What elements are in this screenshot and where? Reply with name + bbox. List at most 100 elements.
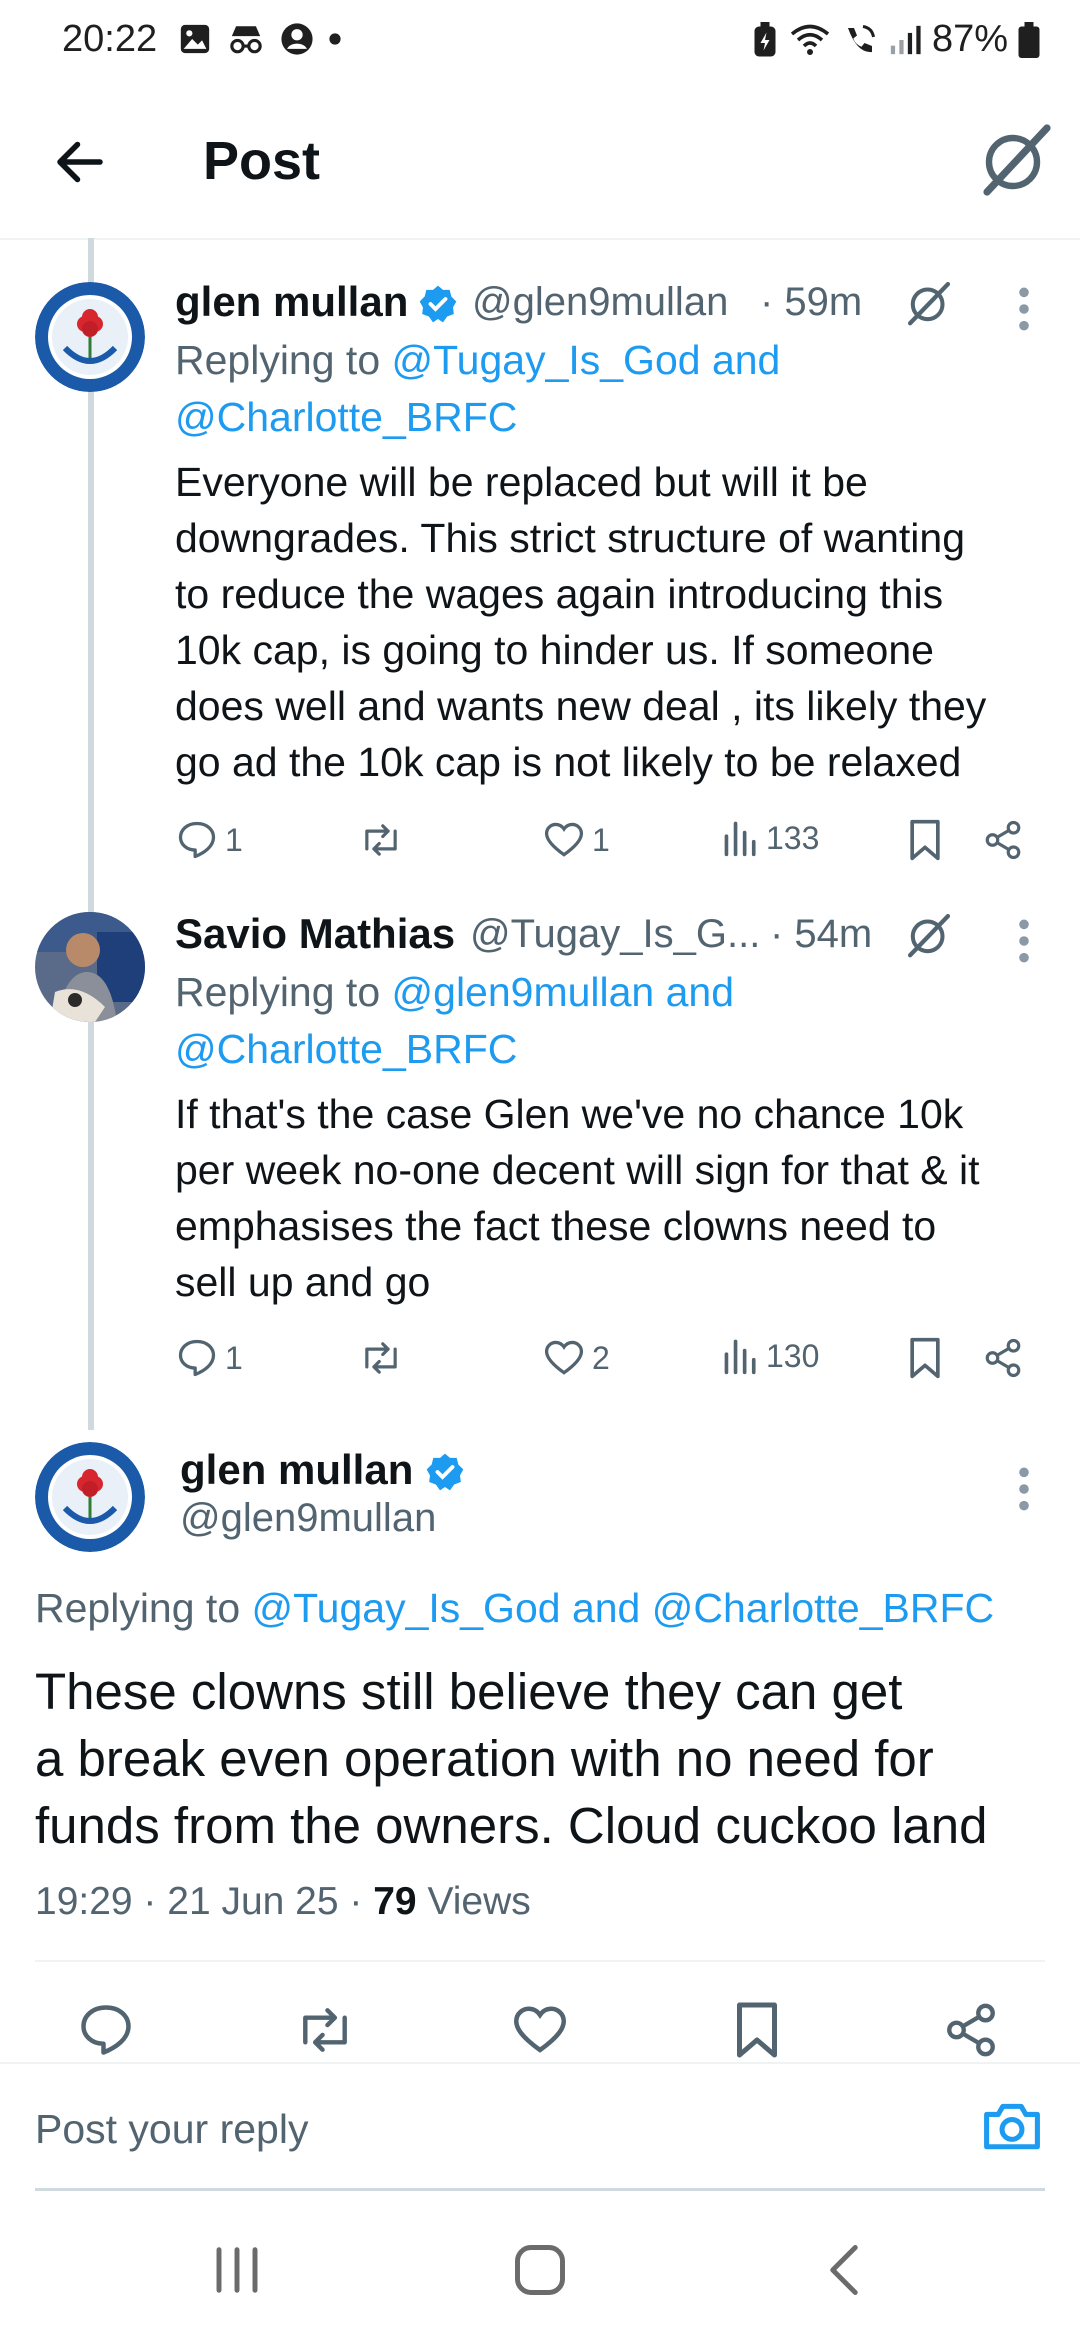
more-options-icon[interactable] bbox=[1017, 1464, 1031, 1514]
author-name[interactable]: glen mullan bbox=[175, 278, 408, 326]
avatar[interactable] bbox=[35, 912, 145, 1022]
views-action[interactable]: 133 bbox=[722, 818, 819, 858]
tweet-text-line: per week no-one decent will sign for tha… bbox=[175, 1147, 980, 1193]
incognito-icon bbox=[230, 26, 262, 54]
back-nav-icon[interactable] bbox=[824, 2243, 864, 2297]
avatar[interactable] bbox=[35, 1442, 145, 1552]
reply-count: 1 bbox=[225, 821, 243, 858]
home-icon[interactable] bbox=[513, 2243, 567, 2297]
repost-action[interactable] bbox=[358, 1336, 404, 1380]
heart-icon[interactable] bbox=[510, 2000, 570, 2060]
more-options-icon[interactable] bbox=[1017, 916, 1031, 966]
wifi-calling-icon bbox=[847, 24, 875, 52]
like-count: 2 bbox=[592, 1339, 610, 1376]
tweet-text-line: to reduce the wages again introducing th… bbox=[175, 571, 944, 617]
status-icons-right: 87% bbox=[752, 18, 1040, 61]
tweet-text-line: emphasises the fact these clowns need to bbox=[175, 1203, 937, 1249]
share-icon[interactable] bbox=[982, 818, 1024, 862]
reply-prefix: Replying to bbox=[35, 1585, 252, 1631]
views-label: Views bbox=[416, 1880, 531, 1923]
page-title: Post bbox=[203, 131, 321, 191]
status-icons-left bbox=[178, 22, 342, 56]
repost-icon bbox=[365, 1342, 397, 1374]
avatar[interactable] bbox=[35, 282, 145, 392]
dot-icon bbox=[329, 33, 341, 45]
tweet-text-line: If that's the case Glen we've no chance … bbox=[175, 1091, 964, 1137]
reply-icon[interactable] bbox=[76, 2000, 136, 2060]
tweet-text-line: 10k cap, is going to hinder us. If someo… bbox=[175, 627, 934, 673]
reply-input-underline bbox=[35, 2188, 1045, 2191]
status-bar: 20:22 87% bbox=[0, 0, 1080, 90]
tweet-text-line: funds from the owners. Cloud cuckoo land bbox=[35, 1797, 988, 1854]
back-arrow-icon[interactable] bbox=[50, 132, 110, 192]
tweet-timestamp: 19:29 · 21 Jun 25 · bbox=[35, 1880, 374, 1923]
author-handle[interactable]: @glen9mullan bbox=[472, 280, 728, 325]
tweet-text-line: These clowns still believe they can get bbox=[35, 1663, 903, 1720]
bookmark-icon[interactable] bbox=[906, 818, 944, 862]
focused-tweet: glen mullan @glen9mullan Replying to @Tu… bbox=[0, 1420, 1080, 2060]
grok-icon[interactable] bbox=[902, 908, 956, 962]
reply-action[interactable]: 1 bbox=[175, 1336, 243, 1380]
repost-icon bbox=[365, 824, 397, 856]
account-icon bbox=[281, 23, 313, 55]
reply-mentions-line1[interactable]: @Tugay_Is_God and bbox=[392, 337, 781, 383]
repost-action[interactable] bbox=[358, 818, 404, 862]
views-action[interactable]: 130 bbox=[722, 1336, 819, 1376]
author-handle[interactable]: @glen9mullan bbox=[180, 1496, 436, 1541]
repost-icon[interactable] bbox=[293, 2000, 357, 2060]
reply-context: Replying to @Tugay_Is_God and @Charlotte… bbox=[175, 332, 1035, 446]
top-app-bar: Post bbox=[0, 90, 1080, 240]
profile-photo bbox=[35, 912, 145, 1022]
verified-badge-icon bbox=[426, 1453, 464, 1491]
tweet-time: · 59m bbox=[760, 280, 863, 324]
tweet-meta: 19:29 · 21 Jun 25 · 79 Views bbox=[35, 1880, 531, 1924]
reply-prefix: Replying to bbox=[175, 337, 392, 383]
reply-mentions-line2[interactable]: @Charlotte_BRFC bbox=[175, 389, 1035, 446]
heart-icon bbox=[544, 822, 584, 857]
divider bbox=[35, 1960, 1045, 1962]
reply-icon bbox=[178, 821, 216, 859]
views-count[interactable]: 79 bbox=[373, 1880, 416, 1923]
tweet-text-line: downgrades. This strict structure of wan… bbox=[175, 515, 965, 561]
camera-icon[interactable] bbox=[982, 2098, 1042, 2154]
reply-mentions-line1[interactable]: @glen9mullan and bbox=[392, 969, 735, 1015]
tweet-1[interactable]: glen mullan @glen9mullan · 59m Replying … bbox=[0, 240, 1080, 880]
tweet-text-line: a break even operation with no need for bbox=[35, 1730, 934, 1787]
reply-icon bbox=[178, 1339, 216, 1377]
heart-icon bbox=[544, 1340, 584, 1375]
author-name[interactable]: Savio Mathias bbox=[175, 910, 455, 958]
tweet-2[interactable]: Savio Mathias @Tugay_Is_G... · 54m Reply… bbox=[0, 880, 1080, 1400]
reply-context: Replying to @Tugay_Is_God and @Charlotte… bbox=[35, 1580, 1055, 1637]
reply-action[interactable]: 1 bbox=[175, 818, 243, 862]
more-options-icon[interactable] bbox=[1017, 284, 1031, 334]
like-action[interactable]: 1 bbox=[542, 818, 610, 862]
reply-count: 1 bbox=[225, 1339, 243, 1376]
bookmark-icon[interactable] bbox=[731, 2000, 783, 2060]
recent-apps-icon[interactable] bbox=[210, 2245, 264, 2295]
bookmark-icon[interactable] bbox=[906, 1336, 944, 1380]
tweet-time: · 54m bbox=[770, 912, 873, 956]
share-icon[interactable] bbox=[982, 1336, 1024, 1380]
tweet-text-line: sell up and go bbox=[175, 1259, 431, 1305]
grok-icon[interactable] bbox=[975, 120, 1055, 200]
rovers-badge-icon bbox=[35, 1442, 145, 1552]
like-action[interactable]: 2 bbox=[542, 1336, 610, 1380]
tweet-text-line: Everyone will be replaced but will it be bbox=[175, 459, 868, 505]
tweet-text-line: does well and wants new deal , its likel… bbox=[175, 683, 987, 729]
status-time: 20:22 bbox=[62, 18, 158, 60]
like-count: 1 bbox=[592, 821, 610, 858]
grok-icon[interactable] bbox=[902, 276, 956, 330]
author-handle[interactable]: @Tugay_Is_G... bbox=[470, 912, 760, 957]
battery-percent: 87% bbox=[931, 18, 1008, 60]
tweet-text: Everyone will be replaced but will it be… bbox=[175, 454, 1055, 790]
reply-mentions[interactable]: @Tugay_Is_God and @Charlotte_BRFC bbox=[252, 1585, 995, 1631]
share-icon[interactable] bbox=[942, 2000, 1000, 2060]
wifi-icon bbox=[790, 24, 830, 55]
system-nav-bar bbox=[0, 2200, 1080, 2340]
reply-prefix: Replying to bbox=[175, 969, 392, 1015]
reply-mentions-line2[interactable]: @Charlotte_BRFC bbox=[175, 1021, 1035, 1078]
reply-input[interactable]: Post your reply bbox=[0, 2064, 1080, 2188]
author-name[interactable]: glen mullan bbox=[180, 1446, 413, 1494]
reply-placeholder[interactable]: Post your reply bbox=[35, 2106, 308, 2153]
battery-saver-icon bbox=[754, 21, 776, 56]
